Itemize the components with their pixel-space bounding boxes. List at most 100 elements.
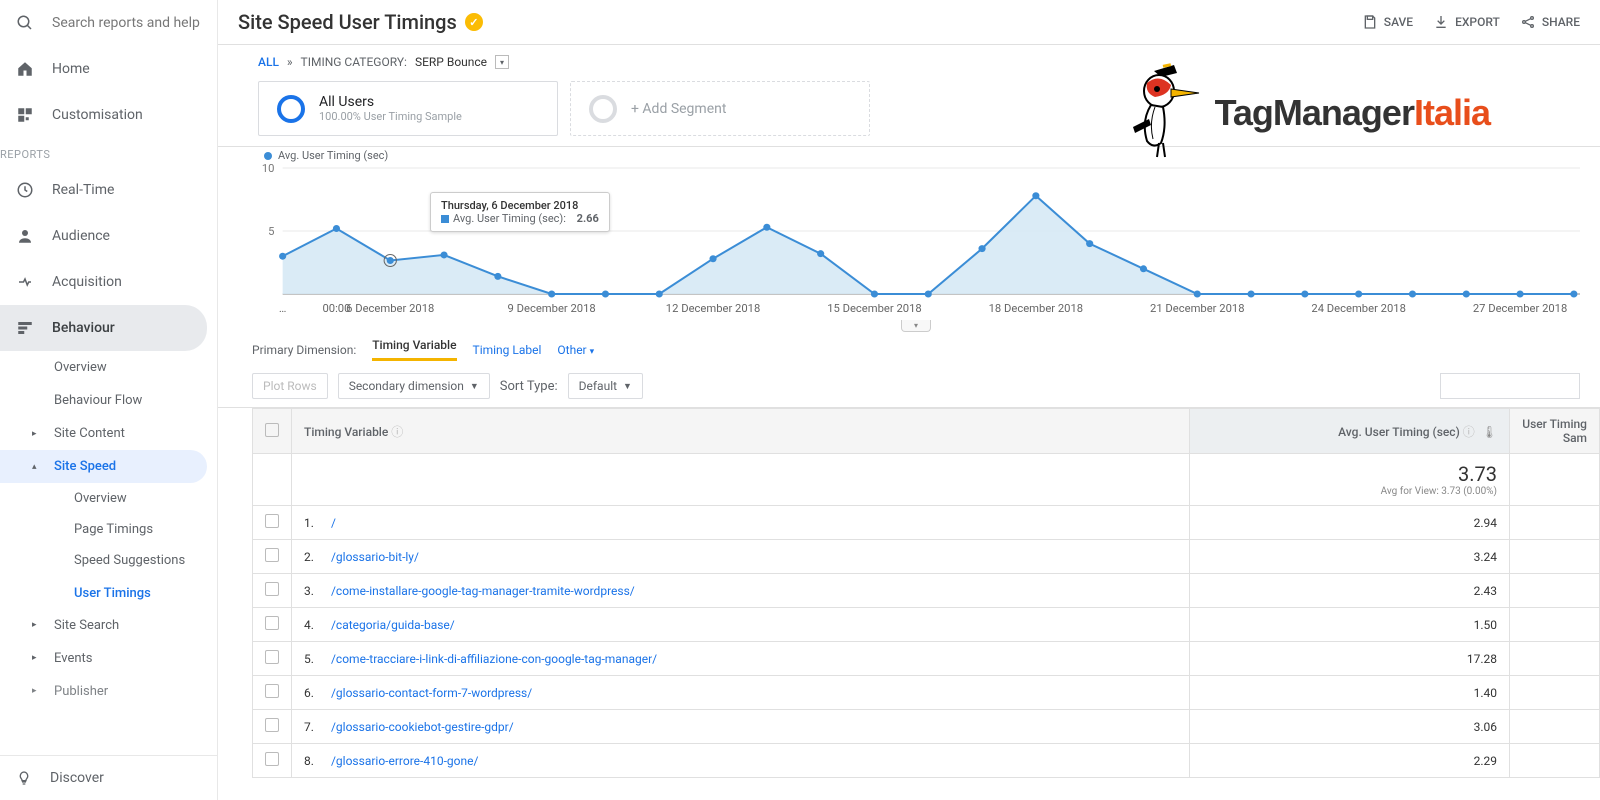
save-button[interactable]: SAVE — [1362, 14, 1413, 30]
user-icon — [16, 227, 34, 245]
chevron-down-icon: ▴ — [32, 462, 44, 472]
save-icon — [1362, 14, 1378, 30]
clock-icon — [16, 181, 34, 199]
row-checkbox[interactable] — [265, 514, 279, 528]
sidebar-search[interactable]: Search reports and help — [0, 0, 217, 46]
share-icon — [1520, 14, 1536, 30]
chart-expander[interactable]: ▾ — [901, 320, 931, 332]
export-button[interactable]: EXPORT — [1433, 14, 1500, 30]
row-checkbox[interactable] — [265, 548, 279, 562]
row-checkbox[interactable] — [265, 616, 279, 630]
select-all-checkbox[interactable] — [265, 423, 279, 437]
behaviour-icon — [16, 319, 34, 337]
table-row[interactable]: 4. /categoria/guida-base/ — [292, 608, 1190, 642]
nav-audience[interactable]: Audience — [0, 213, 217, 259]
data-table: Timing Variable ⓘ Avg. User Timing (sec)… — [252, 408, 1600, 778]
sub-publisher[interactable]: ▸Publisher — [0, 675, 217, 708]
main: Site Speed User Timings ✓ SAVE EXPORT SH… — [218, 0, 1600, 800]
sub-site-speed[interactable]: ▴Site Speed — [0, 450, 207, 483]
search-icon — [16, 14, 34, 32]
svg-text:15 December 2018: 15 December 2018 — [827, 302, 921, 315]
sub-events[interactable]: ▸Events — [0, 642, 217, 675]
svg-text:6 December 2018: 6 December 2018 — [346, 302, 434, 315]
nav-realtime[interactable]: Real-Time — [0, 167, 217, 213]
controls-bar: Plot Rows Secondary dimension ▼ Sort Typ… — [218, 367, 1600, 408]
nav-behaviour[interactable]: Behaviour — [0, 305, 207, 351]
secondary-dimension-select[interactable]: Secondary dimension ▼ — [338, 373, 490, 399]
sub-overview[interactable]: Overview — [0, 351, 217, 384]
row-checkbox[interactable] — [265, 752, 279, 766]
bulb-icon — [16, 770, 32, 786]
chart-area: Avg. User Timing (sec) 510…00:006 Decemb… — [218, 147, 1600, 326]
col-sample[interactable]: User Timing Sam — [1510, 409, 1600, 454]
sub-site-search[interactable]: ▸Site Search — [0, 609, 217, 642]
table-row[interactable]: 8. /glossario-errore-410-gone/ — [292, 744, 1190, 778]
row-checkbox[interactable] — [265, 650, 279, 664]
sidebar-search-placeholder: Search reports and help — [52, 15, 200, 31]
table-search-input[interactable] — [1440, 373, 1580, 399]
segments-row: All Users 100.00% User Timing Sample + A… — [218, 77, 1600, 147]
table-row[interactable]: 6. /glossario-contact-form-7-wordpress/ — [292, 676, 1190, 710]
chevron-right-icon: ▸ — [32, 686, 44, 696]
segment-add[interactable]: + Add Segment — [570, 81, 870, 136]
chevron-right-icon: ▸ — [32, 653, 44, 663]
ss-page-timings[interactable]: Page Timings — [0, 514, 217, 545]
svg-text:21 December 2018: 21 December 2018 — [1150, 302, 1244, 315]
nav-home[interactable]: Home — [0, 46, 217, 92]
verified-badge-icon: ✓ — [465, 13, 483, 31]
legend-dot-icon — [264, 152, 272, 160]
row-checkbox[interactable] — [265, 718, 279, 732]
row-checkbox[interactable] — [265, 582, 279, 596]
table-row[interactable]: 1. / — [292, 506, 1190, 540]
tab-other[interactable]: Other ▾ — [557, 343, 594, 357]
svg-text:10: 10 — [262, 162, 275, 175]
table-row[interactable]: 7. /glossario-cookiebot-gestire-gdpr/ — [292, 710, 1190, 744]
table-row[interactable]: 5. /come-tracciare-i-link-di-affiliazion… — [292, 642, 1190, 676]
acquisition-icon — [16, 273, 34, 291]
share-button[interactable]: SHARE — [1520, 14, 1580, 30]
nav-acquisition[interactable]: Acquisition — [0, 259, 217, 305]
donut-empty-icon — [589, 95, 617, 123]
reports-section-label: REPORTS — [0, 138, 217, 167]
chart-legend: Avg. User Timing (sec) — [252, 149, 1580, 162]
ss-user-timings[interactable]: User Timings — [0, 578, 217, 609]
plot-rows-button: Plot Rows — [252, 373, 328, 399]
svg-text:9 December 2018: 9 December 2018 — [508, 302, 596, 315]
sort-type-select[interactable]: Default ▼ — [568, 373, 643, 399]
svg-text:18 December 2018: 18 December 2018 — [989, 302, 1083, 315]
donut-icon — [277, 95, 305, 123]
home-icon — [16, 60, 34, 78]
table-row[interactable]: 2. /glossario-bit-ly/ — [292, 540, 1190, 574]
customisation-icon — [16, 106, 34, 124]
svg-text:5: 5 — [268, 225, 274, 238]
nav-customisation[interactable]: Customisation — [0, 92, 217, 138]
svg-text:27 December 2018: 27 December 2018 — [1473, 302, 1567, 315]
thermometer-icon: 🌡 — [1482, 425, 1497, 439]
table-row[interactable]: 3. /come-installare-google-tag-manager-t… — [292, 574, 1190, 608]
segment-all-users[interactable]: All Users 100.00% User Timing Sample — [258, 81, 558, 136]
row-checkbox[interactable] — [265, 684, 279, 698]
chart-tooltip: Thursday, 6 December 2018 Avg. User Timi… — [430, 192, 610, 232]
line-chart[interactable]: 510…00:006 December 20189 December 20181… — [252, 162, 1580, 322]
svg-text:…: … — [279, 302, 287, 315]
tab-timing-variable[interactable]: Timing Variable — [372, 338, 456, 361]
col-avg-timing[interactable]: Avg. User Timing (sec) ⓘ 🌡 — [1190, 409, 1510, 454]
svg-text:12 December 2018: 12 December 2018 — [666, 302, 760, 315]
titlebar: Site Speed User Timings ✓ SAVE EXPORT SH… — [218, 0, 1600, 45]
nav-discover[interactable]: Discover — [0, 755, 217, 800]
dimension-bar: Primary Dimension: Timing Variable Timin… — [218, 326, 1600, 367]
tooltip-swatch-icon — [441, 215, 449, 223]
chevron-right-icon: ▸ — [32, 620, 44, 630]
sub-site-content[interactable]: ▸Site Content — [0, 417, 217, 450]
col-timing-variable[interactable]: Timing Variable ⓘ — [292, 409, 1190, 454]
export-icon — [1433, 14, 1449, 30]
svg-text:24 December 2018: 24 December 2018 — [1311, 302, 1405, 315]
breadcrumb-all[interactable]: ALL — [258, 55, 279, 69]
tab-timing-label[interactable]: Timing Label — [473, 343, 542, 357]
ss-speed-suggestions[interactable]: Speed Suggestions — [0, 545, 217, 578]
ss-overview[interactable]: Overview — [0, 483, 217, 514]
breadcrumb-dropdown[interactable]: ▾ — [495, 55, 509, 69]
chevron-right-icon: ▸ — [32, 429, 44, 439]
sub-behaviour-flow[interactable]: Behaviour Flow — [0, 384, 217, 417]
page-title: Site Speed User Timings ✓ — [238, 10, 483, 34]
